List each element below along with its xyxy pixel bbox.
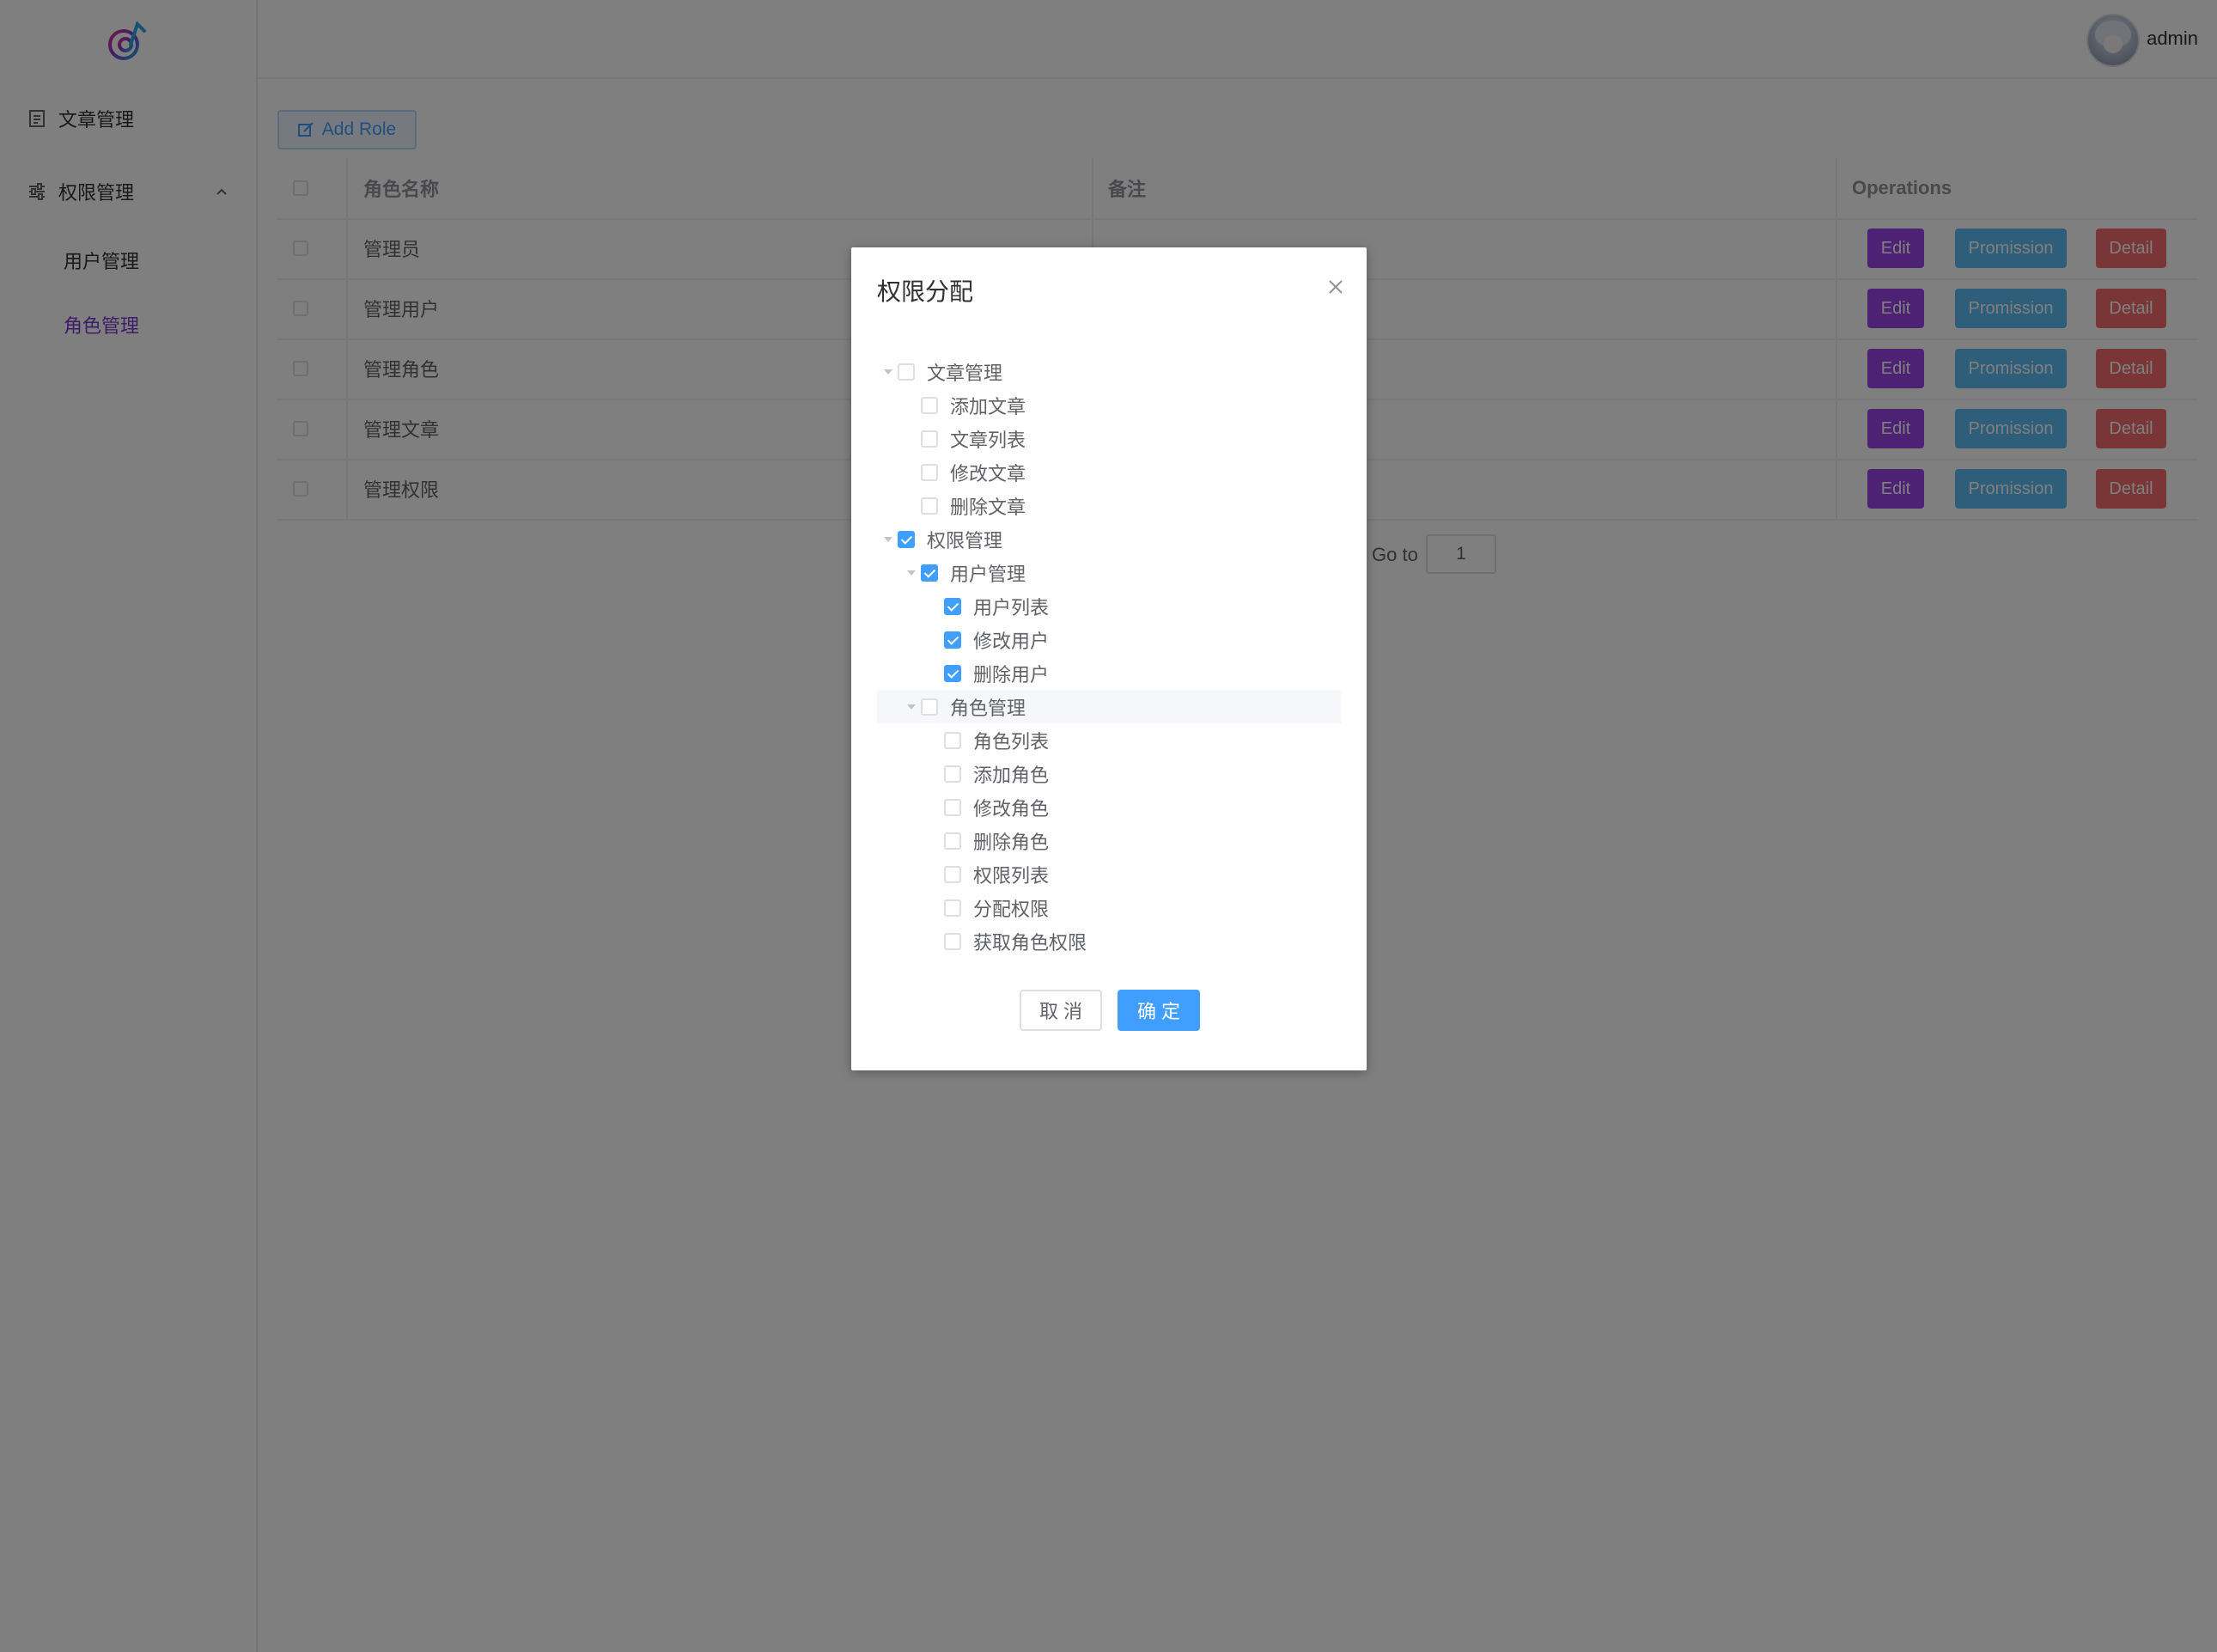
tree-checkbox[interactable] bbox=[921, 463, 938, 481]
tree-checkbox[interactable] bbox=[944, 865, 961, 883]
tree-checkbox[interactable] bbox=[944, 899, 961, 917]
tree-node-label: 获取角色权限 bbox=[973, 931, 1087, 954]
tree-node[interactable]: 修改用户 bbox=[877, 623, 1341, 656]
tree-node[interactable]: 添加角色 bbox=[877, 757, 1341, 790]
tree-checkbox[interactable] bbox=[921, 497, 938, 515]
tree-checkbox[interactable] bbox=[944, 631, 961, 649]
tree-checkbox[interactable] bbox=[944, 731, 961, 749]
tree-checkbox[interactable] bbox=[921, 396, 938, 414]
caret-down-icon[interactable] bbox=[905, 701, 917, 713]
tree-node[interactable]: 分配权限 bbox=[877, 891, 1341, 924]
tree-node[interactable]: 用户列表 bbox=[877, 589, 1341, 623]
tree-node-label: 角色列表 bbox=[973, 730, 1050, 753]
tree-checkbox[interactable] bbox=[944, 664, 961, 682]
tree-node[interactable]: 文章列表 bbox=[877, 422, 1341, 455]
tree-node[interactable]: 修改角色 bbox=[877, 790, 1341, 824]
tree-checkbox[interactable] bbox=[944, 832, 961, 850]
tree-checkbox[interactable] bbox=[921, 564, 938, 582]
tree-node-label: 删除用户 bbox=[973, 663, 1050, 686]
tree-node-label: 文章管理 bbox=[927, 362, 1003, 384]
tree-node[interactable]: 修改文章 bbox=[877, 455, 1341, 489]
tree-checkbox[interactable] bbox=[898, 530, 915, 548]
tree-node[interactable]: 获取角色权限 bbox=[877, 924, 1341, 958]
caret-down-icon[interactable] bbox=[882, 366, 894, 378]
tree-node-label: 修改用户 bbox=[973, 630, 1050, 652]
tree-node[interactable]: 权限管理 bbox=[877, 522, 1341, 556]
tree-node[interactable]: 文章管理 bbox=[877, 355, 1341, 388]
tree-node-label: 用户列表 bbox=[973, 596, 1050, 619]
tree-node-label: 修改文章 bbox=[950, 462, 1026, 485]
close-icon[interactable] bbox=[1327, 278, 1344, 296]
tree-node-label: 分配权限 bbox=[973, 898, 1050, 920]
tree-node-label: 权限列表 bbox=[973, 864, 1050, 887]
tree-node[interactable]: 删除角色 bbox=[877, 824, 1341, 857]
tree-node[interactable]: 用户管理 bbox=[877, 556, 1341, 589]
tree-node[interactable]: 权限列表 bbox=[877, 857, 1341, 891]
caret-down-icon[interactable] bbox=[882, 533, 894, 546]
tree-node-label: 权限管理 bbox=[927, 529, 1003, 552]
permission-dialog: 权限分配 文章管理 添加文章 文章列表 修改文章 删除文章 权限管理 用户管理 bbox=[851, 247, 1367, 1070]
tree-checkbox[interactable] bbox=[944, 597, 961, 615]
tree-checkbox[interactable] bbox=[921, 430, 938, 448]
cancel-button[interactable]: 取 消 bbox=[1020, 990, 1102, 1031]
tree-node-label: 修改角色 bbox=[973, 797, 1050, 820]
tree-node[interactable]: 添加文章 bbox=[877, 388, 1341, 422]
tree-checkbox[interactable] bbox=[944, 932, 961, 950]
tree-node[interactable]: 删除用户 bbox=[877, 656, 1341, 690]
dialog-title: 权限分配 bbox=[877, 278, 974, 305]
tree-node-label: 删除文章 bbox=[950, 496, 1026, 518]
tree-node-label: 删除角色 bbox=[973, 831, 1050, 853]
tree-node-label: 用户管理 bbox=[950, 563, 1026, 585]
tree-node-label: 添加角色 bbox=[973, 764, 1050, 786]
tree-node[interactable]: 角色列表 bbox=[877, 723, 1341, 757]
confirm-button[interactable]: 确 定 bbox=[1118, 990, 1200, 1031]
tree-checkbox[interactable] bbox=[921, 698, 938, 716]
tree-node[interactable]: 删除文章 bbox=[877, 489, 1341, 522]
tree-node-label: 文章列表 bbox=[950, 429, 1026, 451]
tree-node-label: 角色管理 bbox=[950, 697, 1026, 719]
tree-node[interactable]: 角色管理 bbox=[877, 690, 1341, 723]
tree-checkbox[interactable] bbox=[944, 765, 961, 783]
tree-checkbox[interactable] bbox=[898, 363, 915, 381]
caret-down-icon[interactable] bbox=[905, 567, 917, 579]
tree-checkbox[interactable] bbox=[944, 798, 961, 816]
tree-node-label: 添加文章 bbox=[950, 395, 1026, 418]
